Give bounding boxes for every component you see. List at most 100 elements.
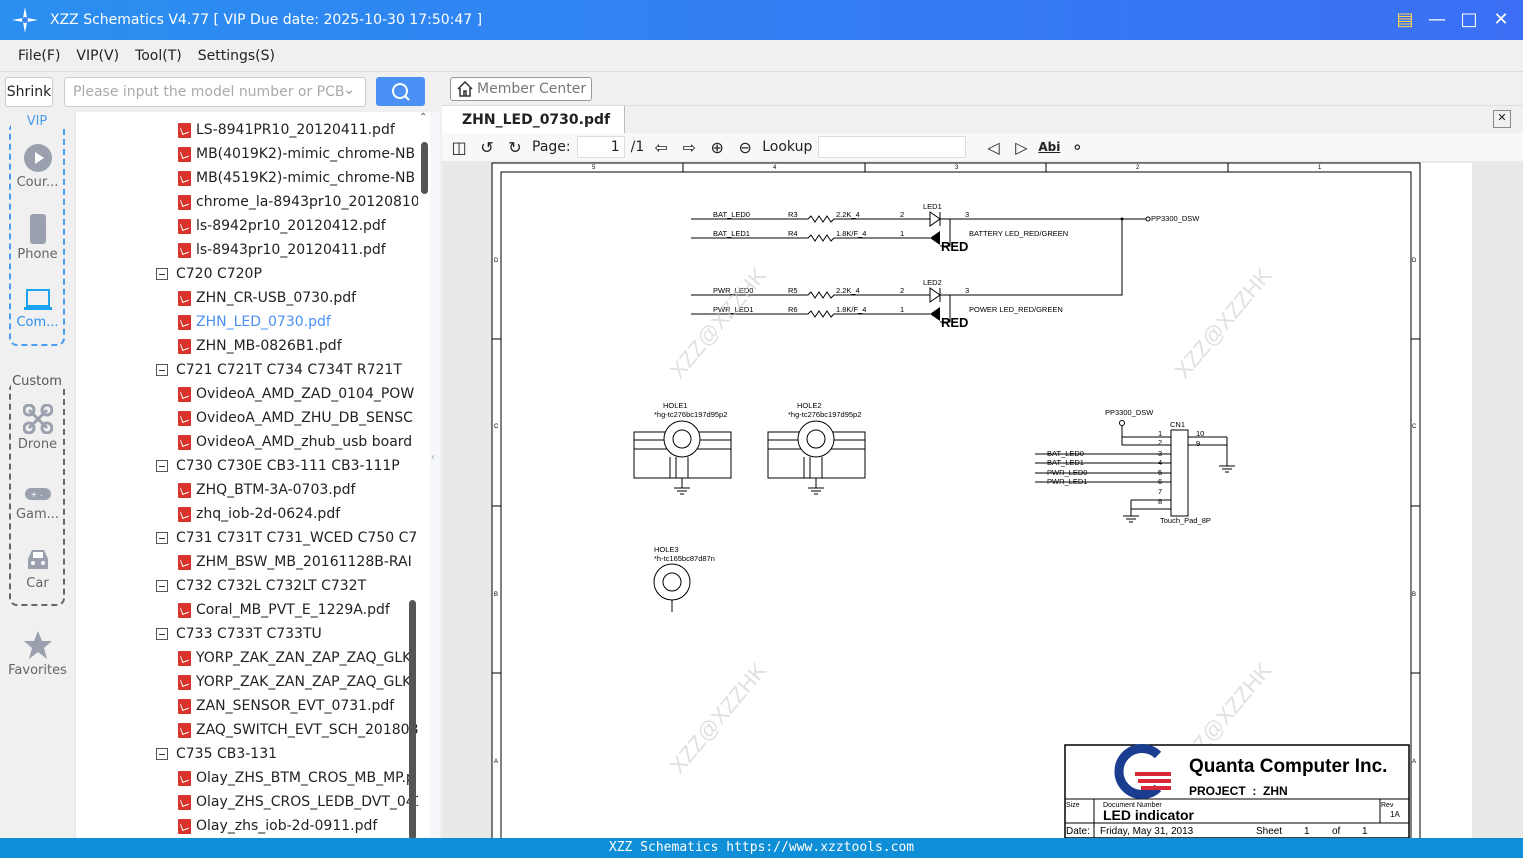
collapse-icon[interactable] xyxy=(156,580,168,592)
title-block: Quanta Computer Inc. PROJECT : ZHN Size … xyxy=(1064,744,1410,838)
star-icon xyxy=(23,631,52,659)
category-car[interactable]: Car xyxy=(0,547,75,591)
collapse-icon[interactable] xyxy=(156,460,168,472)
tree-file[interactable]: YORP_ZAK_ZAN_ZAP_ZAQ_GLK xyxy=(178,646,430,670)
collapse-icon[interactable] xyxy=(156,748,168,760)
lookup-input[interactable] xyxy=(818,136,967,158)
pdf-file-icon xyxy=(178,770,191,786)
tree-file[interactable]: ZHN_LED_0730.pdf xyxy=(178,310,430,334)
chevron-down-icon[interactable]: ⌄ xyxy=(343,82,355,98)
tree-file[interactable]: OvideoA_AMD_ZAD_0104_POW xyxy=(178,382,430,406)
prev-page-icon[interactable]: ⇦ xyxy=(650,136,672,158)
tree-file[interactable]: MB(4519K2)-mimic_chrome-NB xyxy=(178,166,430,190)
phone-icon xyxy=(29,214,46,244)
page-input[interactable]: 1 xyxy=(576,136,625,158)
close-button[interactable]: ✕ xyxy=(1491,8,1511,30)
tree-file[interactable]: LS-8941PR10_20120411.pdf xyxy=(178,118,430,142)
category-phone[interactable]: Phone xyxy=(0,214,75,262)
minimize-button[interactable]: — xyxy=(1427,8,1447,30)
scrollbar-thumb-secondary[interactable] xyxy=(409,600,416,840)
tree-file[interactable]: ZHN_CR-USB_0730.pdf xyxy=(178,286,430,310)
collapse-arrow-icon[interactable]: ‹ xyxy=(431,452,435,463)
tree-item-label: ZHN_LED_0730.pdf xyxy=(196,314,331,330)
tree-folder[interactable]: C732 C732L C732LT C732T xyxy=(156,574,430,598)
member-center-button[interactable]: Member Center xyxy=(450,77,593,101)
date-value: Friday, May 31, 2013 xyxy=(1100,826,1194,837)
tree-folder[interactable]: C720 C720P xyxy=(156,262,430,286)
tab-document[interactable]: ZHN_LED_0730.pdf xyxy=(442,106,626,134)
tree-file[interactable]: ZHM_BSW_MB_20161128B-RAI xyxy=(178,550,430,574)
tree-file[interactable]: chrome_la-8943pr10_20120810 xyxy=(178,190,430,214)
home-icon xyxy=(457,81,473,97)
tree-item-label: OvideoA_AMD_ZAD_0104_POW xyxy=(196,386,415,402)
page-total: /1 xyxy=(630,139,645,155)
menu-vip[interactable]: VIP(V) xyxy=(76,48,119,64)
collapse-icon[interactable] xyxy=(156,532,168,544)
tree-folder[interactable]: C735 CB3-131 xyxy=(156,742,430,766)
tree-item-label: ZHQ_BTM-3A-0703.pdf xyxy=(196,482,356,498)
tree-file[interactable]: Olay_ZHS_BTM_CROS_MB_MP.p xyxy=(178,766,430,790)
tree-file[interactable]: Olay_zhs_iob-2d-0911.pdf xyxy=(178,814,430,838)
tree-file[interactable]: ls-8942pr10_20120412.pdf xyxy=(178,214,430,238)
tree-file[interactable]: ZAN_SENSOR_EVT_0731.pdf xyxy=(178,694,430,718)
category-games[interactable]: + · Gam... xyxy=(0,484,75,522)
led-color-label: RED xyxy=(941,315,968,330)
find-prev-icon[interactable]: ◁ xyxy=(982,136,1004,158)
tree-file[interactable]: ls-8943pr10_20120411.pdf xyxy=(178,238,430,262)
model-search-input[interactable]: Please input the model number or PCB ⌄ xyxy=(64,77,366,107)
two-page-icon[interactable]: ◫ xyxy=(448,136,470,158)
vip-briefcase-icon[interactable]: ▤ xyxy=(1395,8,1415,30)
part-label: Touch_Pad_8P xyxy=(1160,516,1211,525)
tree-file[interactable]: ZHQ_BTM-3A-0703.pdf xyxy=(178,478,430,502)
menu-settings[interactable]: Settings(S) xyxy=(198,48,275,64)
scroll-up-icon[interactable]: ⌃ xyxy=(419,112,427,123)
category-drone[interactable]: Drone xyxy=(0,404,75,452)
tree-scrollbar[interactable]: ⌃ xyxy=(409,112,430,840)
scrollbar-thumb[interactable] xyxy=(421,142,428,194)
category-computer[interactable]: Com... xyxy=(0,288,75,330)
tree-file[interactable]: Olay_ZHS_CROS_LEDB_DVT_041 xyxy=(178,790,430,814)
tree-folder[interactable]: C730 C730E CB3-111 CB3-111P xyxy=(156,454,430,478)
binoculars-icon[interactable]: ⚬ xyxy=(1066,136,1088,158)
maximize-button[interactable]: □ xyxy=(1459,8,1479,30)
tree-folder[interactable]: C733 C733T C733TU xyxy=(156,622,430,646)
svg-text:1: 1 xyxy=(1158,429,1162,438)
sheet-label: Sheet xyxy=(1256,826,1282,837)
tree-item-label: ZHN_CR-USB_0730.pdf xyxy=(196,290,357,306)
category-label: Favorites xyxy=(8,663,67,678)
ref-label: R5 xyxy=(788,286,798,295)
tree-folder[interactable]: C721 C721T C734 C734T R721T xyxy=(156,358,430,382)
net-label: PWR_LED1 xyxy=(1047,477,1087,486)
tree-file[interactable]: Coral_MB_PVT_E_1229A.pdf xyxy=(178,598,430,622)
collapse-icon[interactable] xyxy=(156,628,168,640)
tree-item-label: C732 C732L C732LT C732T xyxy=(176,578,367,594)
shrink-button[interactable]: Shrink xyxy=(5,77,53,107)
category-courses[interactable]: Cour... xyxy=(0,144,75,190)
rotate-left-icon[interactable]: ↺ xyxy=(476,136,498,158)
tree-file[interactable]: OvideoA_AMD_zhub_usb board xyxy=(178,430,430,454)
zoom-out-icon[interactable]: ⊖ xyxy=(734,136,756,158)
tree-file[interactable]: YORP_ZAK_ZAN_ZAP_ZAQ_GLK xyxy=(178,670,430,694)
next-page-icon[interactable]: ⇨ xyxy=(678,136,700,158)
tree-folder[interactable]: C731 C731T C731_WCED C750 C75( xyxy=(156,526,430,550)
pdf-file-icon xyxy=(178,338,191,354)
search-button[interactable] xyxy=(376,77,425,106)
tree-file[interactable]: ZHN_MB-0826B1.pdf xyxy=(178,334,430,358)
menu-file[interactable]: File(F) xyxy=(18,48,60,64)
tree-item-label: ls-8943pr10_20120411.pdf xyxy=(196,242,386,258)
tree-file[interactable]: MB(4019K2)-mimic_chrome-NB xyxy=(178,142,430,166)
net-label: BAT_LED1 xyxy=(1047,458,1084,467)
tree-file[interactable]: OvideoA_AMD_ZHU_DB_SENSC xyxy=(178,406,430,430)
match-case-icon[interactable]: Abi xyxy=(1038,140,1060,154)
collapse-icon[interactable] xyxy=(156,364,168,376)
category-favorites[interactable]: Favorites xyxy=(0,630,75,678)
find-next-icon[interactable]: ▷ xyxy=(1010,136,1032,158)
menu-tool[interactable]: Tool(T) xyxy=(135,48,182,64)
zoom-in-icon[interactable]: ⊕ xyxy=(706,136,728,158)
tree-file[interactable]: ZAQ_SWITCH_EVT_SCH_201808 xyxy=(178,718,430,742)
collapse-icon[interactable] xyxy=(156,268,168,280)
rotate-right-icon[interactable]: ↻ xyxy=(504,136,526,158)
panel-splitter[interactable]: ‹ xyxy=(430,112,440,838)
tree-file[interactable]: zhq_iob-2d-0624.pdf xyxy=(178,502,430,526)
close-tab-icon[interactable]: ✕ xyxy=(1493,110,1511,128)
